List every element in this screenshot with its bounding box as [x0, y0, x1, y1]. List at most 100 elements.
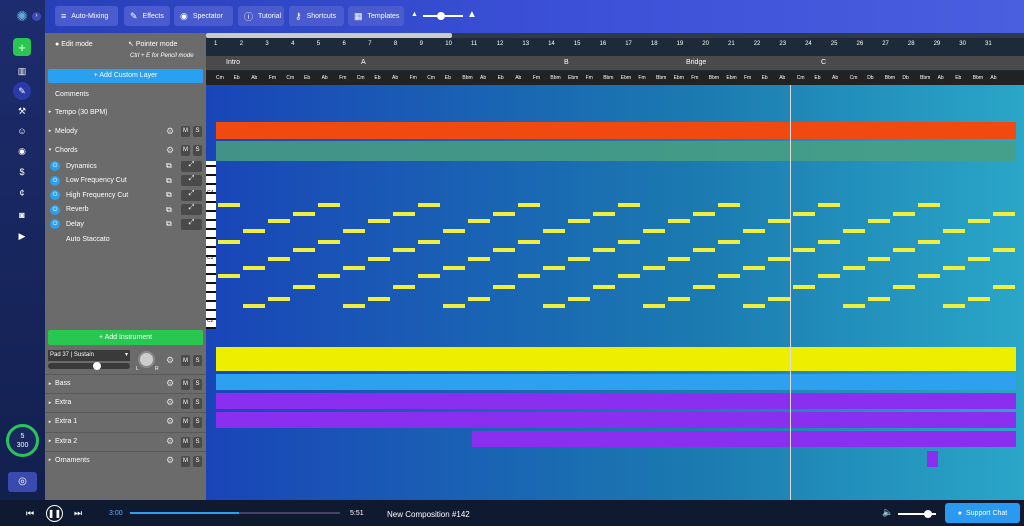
tutorial-button[interactable]: ⓘ Tutorial — [238, 6, 284, 26]
chord-note[interactable] — [293, 212, 315, 216]
mute-button[interactable]: M — [181, 125, 190, 137]
chord-note[interactable] — [393, 212, 415, 216]
extra-track-lane[interactable] — [216, 393, 1016, 409]
mute-button[interactable]: M — [181, 417, 190, 429]
volume-bar[interactable] — [898, 510, 936, 518]
library-icon[interactable]: ▥ — [13, 62, 31, 80]
horizontal-scrollbar[interactable] — [206, 33, 1024, 38]
chord-note[interactable] — [393, 248, 415, 252]
comments-row[interactable]: Comments — [45, 85, 206, 103]
chord-note[interactable] — [668, 297, 690, 301]
solo-button[interactable]: S — [193, 417, 202, 429]
chord-note[interactable] — [593, 212, 615, 216]
chord-note[interactable] — [418, 240, 440, 244]
zoom-knob[interactable] — [437, 12, 445, 20]
mute-button[interactable]: M — [181, 144, 190, 156]
previous-icon[interactable]: ⏮ — [26, 508, 34, 519]
spectator-button[interactable]: ◉ Spectator — [174, 6, 233, 26]
chord-note[interactable] — [368, 257, 390, 261]
effects-button[interactable]: ✎ Effects — [124, 6, 170, 26]
chord-note[interactable] — [568, 219, 590, 223]
chord-note[interactable] — [668, 257, 690, 261]
chord-note[interactable] — [893, 248, 915, 252]
chord-note[interactable] — [868, 297, 890, 301]
chord-note[interactable] — [993, 212, 1015, 216]
automation-icon[interactable]: ⤢ — [181, 218, 202, 230]
settings-icon[interactable]: ⚙ — [166, 416, 174, 427]
solo-button[interactable]: S — [193, 379, 202, 390]
chord-note[interactable] — [818, 274, 840, 278]
solo-button[interactable]: S — [193, 125, 202, 137]
chord-note[interactable] — [943, 304, 965, 308]
chord-note[interactable] — [243, 266, 265, 270]
effect-row[interactable]: Auto Staccato — [45, 232, 206, 246]
power-icon[interactable]: ⏻ — [50, 161, 60, 171]
chord-note[interactable] — [968, 257, 990, 261]
volume-knob[interactable] — [924, 510, 933, 518]
copy-icon[interactable]: ⧉ — [166, 205, 172, 215]
chord-note[interactable] — [218, 203, 240, 207]
chord-note[interactable] — [318, 274, 340, 278]
chord-note[interactable] — [418, 203, 440, 207]
effect-row[interactable]: ⏻ Dynamics ⧉ ⤢ — [45, 159, 206, 173]
mute-button[interactable]: M — [181, 455, 190, 467]
chord-note[interactable] — [618, 274, 640, 278]
chord-note[interactable] — [593, 285, 615, 289]
volume-slider[interactable] — [48, 362, 130, 370]
chord-note[interactable] — [918, 274, 940, 278]
copy-icon[interactable]: ⧉ — [166, 176, 172, 186]
track-row[interactable]: ▸ Extra 1 ⚙ M S — [45, 412, 206, 430]
solo-button[interactable]: S — [193, 355, 202, 366]
chord-note[interactable] — [768, 297, 790, 301]
automation-icon[interactable]: ⤢ — [181, 204, 202, 216]
chord-note[interactable] — [293, 248, 315, 252]
automation-icon[interactable]: ⤢ — [181, 189, 202, 201]
chord-note[interactable] — [443, 266, 465, 270]
chord-note[interactable] — [793, 248, 815, 252]
solo-button[interactable]: S — [193, 398, 202, 410]
chord-note[interactable] — [743, 304, 765, 308]
add-icon[interactable]: + — [13, 38, 31, 56]
chord-note[interactable] — [368, 219, 390, 223]
chord-note[interactable] — [993, 285, 1015, 289]
chord-note[interactable] — [693, 285, 715, 289]
pad-track-lane[interactable] — [216, 347, 1016, 371]
chord-note[interactable] — [393, 285, 415, 289]
chord-note[interactable] — [468, 219, 490, 223]
settings-icon[interactable]: ⚙ — [166, 397, 174, 408]
chord-note[interactable] — [618, 240, 640, 244]
track-row[interactable]: ▸ Extra 2 ⚙ M S — [45, 431, 206, 450]
play-pause-button[interactable]: ❚❚ — [46, 505, 63, 522]
mute-button[interactable]: M — [181, 436, 190, 448]
chord-note[interactable] — [543, 304, 565, 308]
chord-note[interactable] — [818, 203, 840, 207]
chord-note[interactable] — [218, 240, 240, 244]
settings-icon[interactable]: ⚙ — [166, 455, 174, 466]
chord-note[interactable] — [368, 297, 390, 301]
chord-note[interactable] — [493, 285, 515, 289]
copy-icon[interactable]: ⧉ — [166, 161, 172, 171]
chord-note[interactable] — [268, 257, 290, 261]
chord-note[interactable] — [943, 229, 965, 233]
piano-roll[interactable]: C4 C3 C2 — [206, 85, 1024, 500]
chord-note[interactable] — [568, 297, 590, 301]
pencil-icon[interactable]: ✎ — [13, 82, 31, 100]
people-icon[interactable]: ☺ — [13, 122, 31, 140]
chord-note[interactable] — [318, 203, 340, 207]
chords-track-lane[interactable] — [216, 141, 1016, 161]
chord-note[interactable] — [993, 248, 1015, 252]
extra1-track-lane[interactable] — [216, 412, 1016, 428]
chord-note[interactable] — [793, 285, 815, 289]
timeline-ruler[interactable]: 1 2 3 4 5 6 7 8 9 10 11 12 13 14 15 16 17 18 19 20 21 22 23 24 2… — [206, 33, 1024, 85]
settings-icon[interactable]: ⚙ — [166, 126, 174, 137]
volume-icon[interactable]: 🔈 — [882, 507, 893, 518]
support-chat-button[interactable]: ● Support Chat — [945, 503, 1020, 523]
chord-note[interactable] — [518, 203, 540, 207]
solo-button[interactable]: S — [193, 455, 202, 467]
chord-note[interactable] — [693, 248, 715, 252]
chord-note[interactable] — [243, 229, 265, 233]
chord-note[interactable] — [968, 297, 990, 301]
coins-icon[interactable]: ¢ — [13, 184, 31, 202]
track-row[interactable]: ▸ Ornaments ⚙ M S — [45, 450, 206, 469]
chord-note[interactable] — [768, 257, 790, 261]
